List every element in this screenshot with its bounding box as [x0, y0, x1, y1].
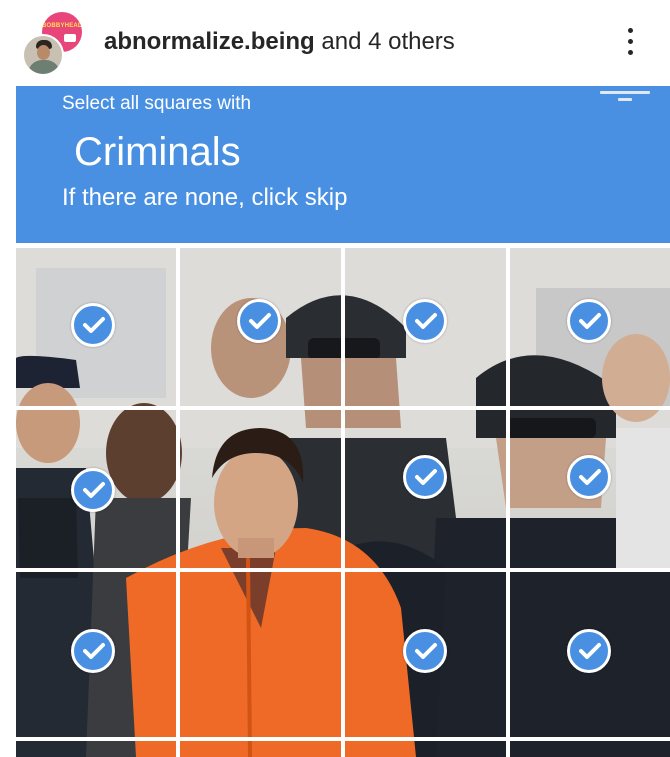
- captcha-tile-r2-c3[interactable]: [345, 410, 506, 568]
- captcha-banner: Select all squares with Criminals If the…: [16, 86, 670, 243]
- checkmark-icon: [403, 455, 447, 499]
- collaborators-link[interactable]: and 4 others: [315, 28, 454, 55]
- captcha-tile-r2-c2[interactable]: [180, 410, 341, 568]
- avatar-badge-text: BOBBYHEAD: [42, 23, 82, 29]
- checkmark-icon: [567, 629, 611, 673]
- captcha-tile-r3-c1[interactable]: [16, 572, 176, 737]
- grid-line: [16, 737, 670, 741]
- checkmark-icon: [403, 629, 447, 673]
- avatar[interactable]: BOBBYHEAD: [22, 12, 84, 76]
- checkmark-icon: [403, 299, 447, 343]
- captcha-tile-r2-c4[interactable]: [510, 410, 670, 568]
- user-avatar: [22, 34, 64, 76]
- post-header: BOBBYHEAD abnormalize.being and 4 others: [0, 0, 670, 86]
- captcha-hint: If there are none, click skip: [62, 184, 348, 211]
- captcha-tile-r2-c1[interactable]: [16, 410, 176, 568]
- username-link[interactable]: abnormalize.being: [104, 28, 315, 55]
- captcha-tile-r1-c1[interactable]: [16, 248, 176, 406]
- captcha-tile-r3-c2[interactable]: [180, 572, 341, 737]
- captcha-tile-r1-c3[interactable]: [345, 248, 506, 406]
- checkmark-icon: [71, 629, 115, 673]
- captcha-target: Criminals: [74, 130, 241, 174]
- captcha-photo: [16, 248, 670, 757]
- more-options-button[interactable]: [612, 22, 648, 62]
- captcha-tile-r1-c4[interactable]: [510, 248, 670, 406]
- captcha-image: Select all squares with Criminals If the…: [16, 86, 670, 757]
- checkmark-icon: [567, 299, 611, 343]
- captcha-tile-r3-c4[interactable]: [510, 572, 670, 737]
- checkmark-icon: [567, 455, 611, 499]
- avatar-badge-shape: [64, 34, 76, 42]
- captcha-logo: [600, 89, 652, 105]
- checkmark-icon: [71, 468, 115, 512]
- captcha-tile-r3-c3[interactable]: [345, 572, 506, 737]
- captcha-tile-r1-c2[interactable]: [180, 248, 341, 406]
- captcha-instruction: Select all squares with: [62, 93, 252, 114]
- checkmark-icon: [71, 303, 115, 347]
- poster-line: abnormalize.being and 4 others: [104, 28, 455, 56]
- checkmark-icon: [237, 299, 281, 343]
